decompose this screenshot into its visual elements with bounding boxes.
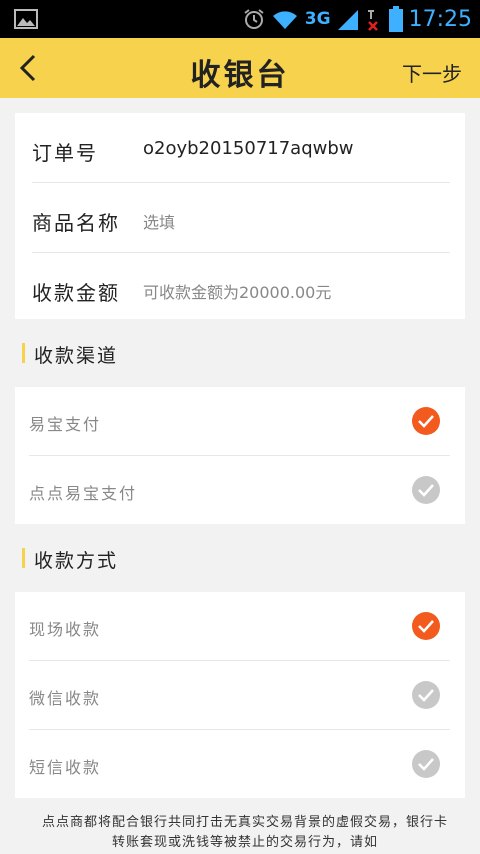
check-unselected-icon[interactable] bbox=[412, 476, 440, 504]
option-label: 点点易宝支付 bbox=[29, 484, 138, 503]
product-name-label: 商品名称 bbox=[32, 211, 120, 235]
section-accent-bar bbox=[22, 343, 25, 363]
status-bar: 3G 17:25 bbox=[0, 0, 480, 38]
channel-section-title: 收款渠道 bbox=[34, 345, 119, 367]
product-name-input[interactable]: 选填 bbox=[143, 209, 175, 233]
option-label: 现场收款 bbox=[29, 620, 102, 639]
method-section-title: 收款方式 bbox=[34, 550, 119, 572]
order-form: 订单号 o2oyb20150717aqwbw 商品名称 选填 收款金额 可收款金… bbox=[15, 113, 465, 319]
method-options: 现场收款 微信收款 短信收款 bbox=[15, 592, 465, 798]
option-label: 微信收款 bbox=[29, 689, 102, 708]
sim2-no-signal-icon bbox=[367, 10, 378, 31]
check-selected-icon[interactable] bbox=[412, 407, 440, 435]
amount-row[interactable]: 收款金额 可收款金额为20000.00元 bbox=[32, 253, 450, 322]
product-name-row[interactable]: 商品名称 选填 bbox=[32, 183, 450, 253]
method-option-sms[interactable]: 短信收款 bbox=[29, 730, 450, 798]
order-number-label: 订单号 bbox=[32, 141, 98, 165]
check-unselected-icon[interactable] bbox=[412, 681, 440, 709]
anti-fraud-notice: 点点商都将配合银行共同打击无真实交易背景的虚假交易，银行卡转账套现或洗钱等被禁止… bbox=[41, 815, 448, 850]
channel-option-diandian-yeepay[interactable]: 点点易宝支付 bbox=[29, 456, 450, 524]
signal-icon bbox=[337, 10, 358, 30]
app-header: 收银台 下一步 bbox=[0, 38, 480, 98]
clock: 17:25 bbox=[408, 6, 472, 32]
amount-label: 收款金额 bbox=[32, 281, 120, 305]
option-label: 短信收款 bbox=[29, 758, 102, 777]
check-selected-icon[interactable] bbox=[412, 612, 440, 640]
wifi-icon bbox=[272, 11, 297, 29]
image-notification-icon bbox=[14, 9, 38, 29]
alarm-icon bbox=[244, 9, 264, 29]
channel-options: 易宝支付 点点易宝支付 bbox=[15, 387, 465, 524]
channel-option-yeepay[interactable]: 易宝支付 bbox=[29, 387, 450, 456]
order-number-row: 订单号 o2oyb20150717aqwbw bbox=[32, 113, 450, 183]
section-accent-bar bbox=[22, 548, 25, 568]
method-option-wechat[interactable]: 微信收款 bbox=[29, 661, 450, 730]
next-step-button[interactable]: 下一步 bbox=[402, 58, 462, 87]
option-label: 易宝支付 bbox=[29, 415, 102, 434]
network-type: 3G bbox=[304, 9, 331, 29]
amount-input[interactable]: 可收款金额为20000.00元 bbox=[143, 279, 331, 303]
order-number-value: o2oyb20150717aqwbw bbox=[143, 138, 354, 159]
method-option-onsite[interactable]: 现场收款 bbox=[29, 592, 450, 661]
battery-icon bbox=[388, 6, 403, 32]
check-unselected-icon[interactable] bbox=[412, 750, 440, 778]
